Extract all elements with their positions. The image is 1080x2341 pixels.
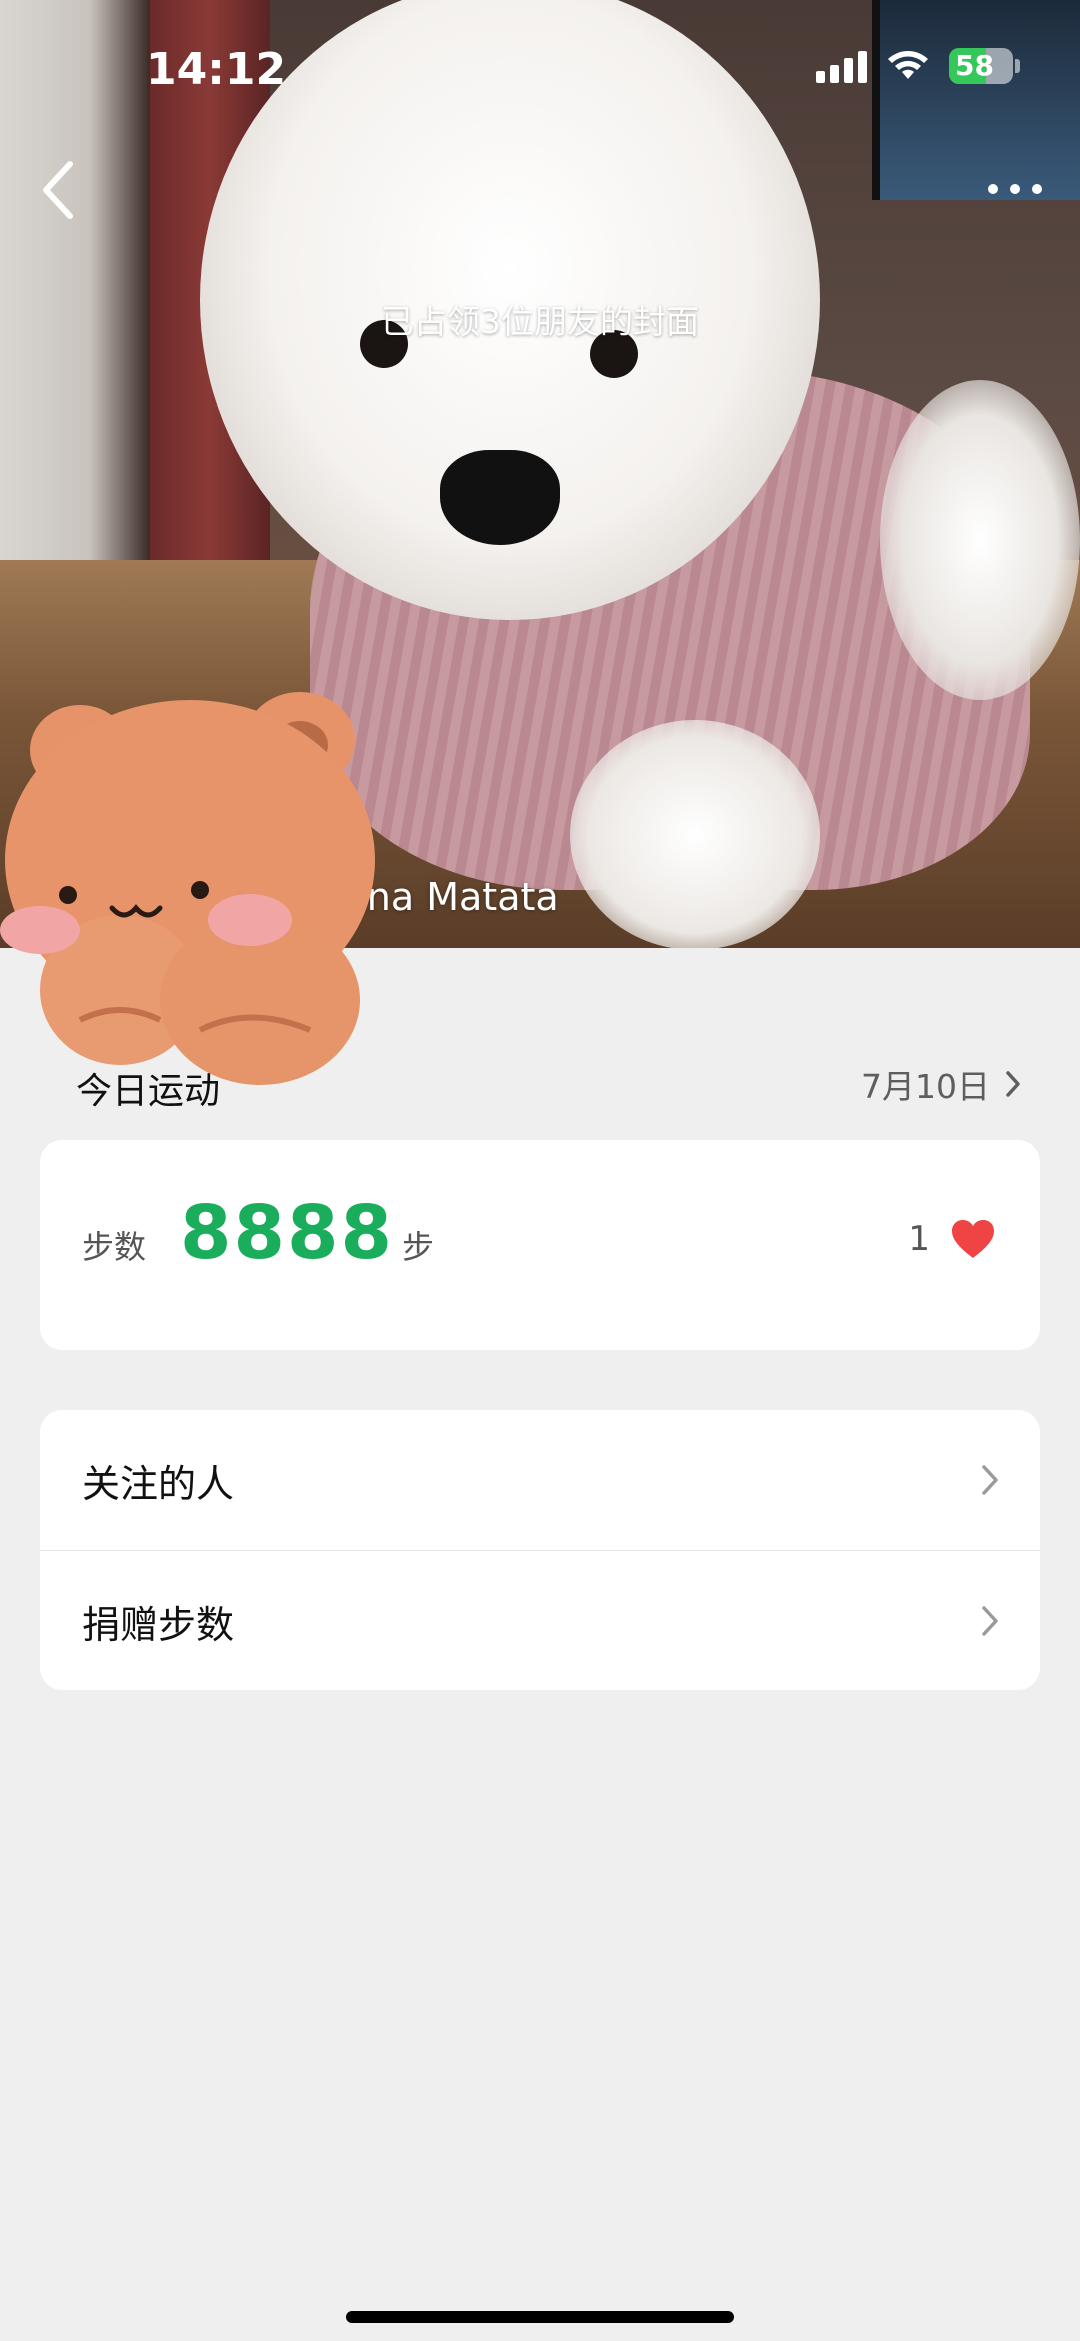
likes[interactable]: 1 (908, 1218, 996, 1260)
chevron-right-icon (1006, 1071, 1020, 1097)
wifi-icon (888, 51, 928, 79)
more-dots-icon (988, 184, 998, 194)
signal-icon (816, 49, 867, 83)
steps-label: 步数 (82, 1228, 147, 1266)
cover-caption: 已占领3位朋友的封面 (381, 302, 699, 341)
status-time: 14:12 (146, 44, 287, 95)
steps-unit: 步 (402, 1228, 435, 1266)
battery-level: 58 (955, 49, 994, 82)
heart-icon[interactable] (950, 1218, 996, 1260)
date-selector[interactable]: 7月10日 (861, 1060, 1022, 1108)
back-button[interactable] (30, 150, 90, 230)
dog-paw (570, 720, 820, 948)
chevron-right-icon (982, 1465, 998, 1495)
home-indicator[interactable] (346, 2311, 734, 2323)
more-button[interactable] (980, 168, 1050, 208)
status-icons: 58 (816, 48, 1020, 84)
battery-icon: 58 (949, 48, 1020, 84)
chevron-right-icon (982, 1606, 998, 1636)
cover-background-wall (0, 0, 150, 560)
menu-item-following[interactable]: 关注的人 (40, 1410, 1040, 1550)
likes-count: 1 (908, 1219, 930, 1259)
steps-value: 8888 (180, 1190, 394, 1276)
dog-nose (440, 450, 560, 545)
bear-sticker (0, 692, 375, 1085)
dog-tail (880, 380, 1080, 700)
menu-item-donate-steps[interactable]: 捐赠步数 (40, 1550, 1040, 1690)
menu-item-label: 关注的人 (82, 1461, 235, 1506)
menu-item-label: 捐赠步数 (82, 1602, 235, 1647)
menu-list: 关注的人 捐赠步数 (40, 1410, 1040, 1690)
date-label: 7月10日 (861, 1067, 990, 1106)
steps-card[interactable]: 步数 8888 步 1 (40, 1140, 1040, 1350)
section-title-today: 今日运动 (76, 1071, 221, 1112)
